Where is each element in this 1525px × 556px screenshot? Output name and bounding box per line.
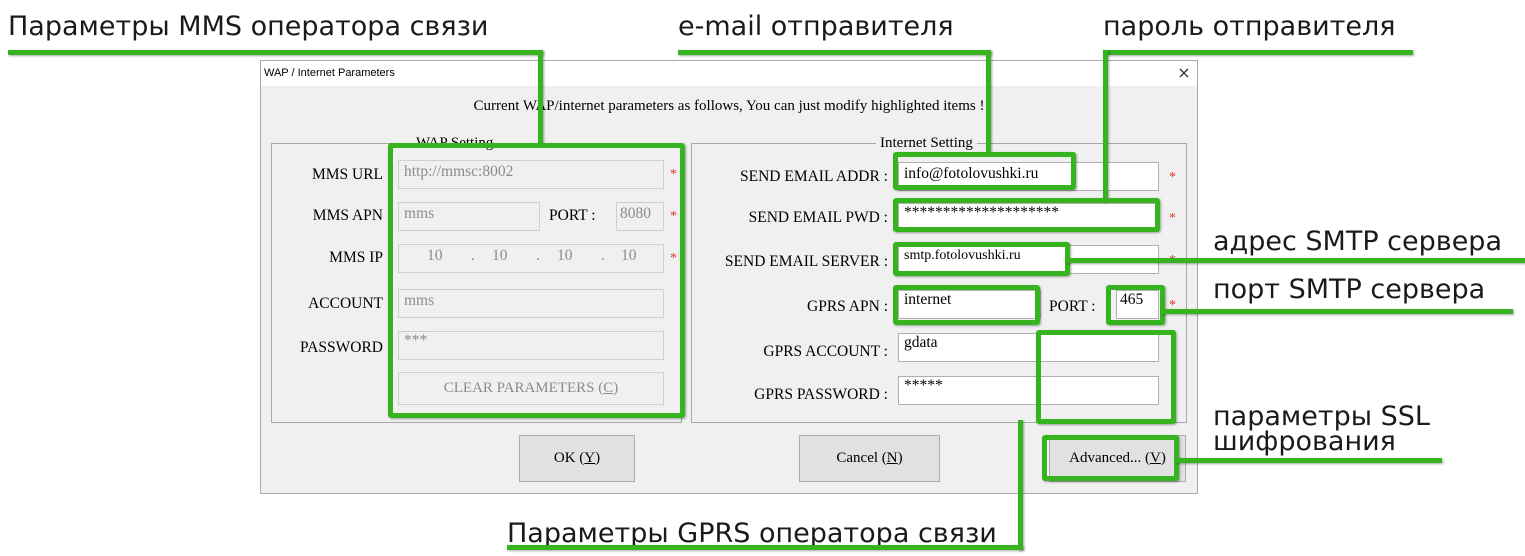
password-label: PASSWORD xyxy=(300,339,383,356)
mms-apn-field[interactable]: mms xyxy=(398,202,540,231)
mms-ip-required: * xyxy=(670,251,677,266)
send-email-addr-required: * xyxy=(1169,170,1176,185)
annotation-mms-params: Параметры MMS оператора связи xyxy=(8,11,489,42)
gprs-port-label: PORT : xyxy=(1049,298,1096,315)
send-email-pwd-label: SEND EMAIL PWD : xyxy=(748,209,888,226)
advanced-label: Advanced... ( xyxy=(1069,450,1150,466)
wap-internet-dialog: WAP / Internet Parameters × Current WAP/… xyxy=(260,60,1198,494)
clear-parameters-button[interactable]: CLEAR PARAMETERS (C) xyxy=(398,372,664,405)
close-icon[interactable]: × xyxy=(1171,61,1197,86)
clear-key: C xyxy=(603,380,614,396)
underline-password-sender xyxy=(1103,50,1413,55)
gprs-password-label: GPRS PASSWORD : xyxy=(754,386,888,403)
annotation-password-sender: пароль отправителя xyxy=(1103,11,1396,42)
gprs-account-field[interactable]: gdata xyxy=(898,333,1159,362)
send-email-server-label: SEND EMAIL SERVER : xyxy=(724,253,888,270)
annotation-smtp-port: порт SMTP сервера xyxy=(1213,274,1486,305)
ok-key: Y xyxy=(584,450,596,466)
annotation-smtp-address: адрес SMTP сервера xyxy=(1213,226,1502,257)
ip-octet-1: 10 xyxy=(427,247,443,264)
cancel-key: N xyxy=(886,450,898,466)
mms-apn-label: MMS APN xyxy=(312,207,383,224)
account-field[interactable]: mms xyxy=(398,289,664,318)
ip-dot-2: . xyxy=(536,247,540,264)
gprs-port-required: * xyxy=(1169,298,1176,313)
gprs-apn-label: GPRS APN : xyxy=(807,298,888,315)
ip-dot-3: . xyxy=(601,247,605,264)
intro-text: Current WAP/internet parameters as follo… xyxy=(473,98,985,114)
send-email-pwd-required: * xyxy=(1169,211,1176,226)
gprs-account-label: GPRS ACCOUNT : xyxy=(763,343,888,360)
send-email-addr-label: SEND EMAIL ADDR : xyxy=(740,168,888,185)
underline-mms-params xyxy=(8,50,543,55)
dialog-title: WAP / Internet Parameters xyxy=(264,67,395,79)
annotation-email-sender: e-mail отправителя xyxy=(678,11,954,42)
password-field[interactable]: *** xyxy=(398,331,664,360)
gprs-port-field[interactable]: 465 xyxy=(1116,290,1159,319)
mms-url-required: * xyxy=(670,167,677,182)
advanced-button[interactable]: Advanced... (V) xyxy=(1049,435,1186,482)
annotation-gprs-params: Параметры GPRS оператора связи xyxy=(507,518,997,549)
ip-octet-2: 10 xyxy=(492,247,508,264)
mms-url-field[interactable]: http://mmsc:8002 xyxy=(398,160,664,189)
advanced-end: ) xyxy=(1160,450,1166,466)
ip-octet-3: 10 xyxy=(557,247,573,264)
mms-port-label: PORT : xyxy=(549,207,596,224)
cancel-button[interactable]: Cancel (N) xyxy=(799,435,940,482)
mms-url-label: MMS URL xyxy=(311,166,383,183)
mms-ip-field[interactable]: 10 . 10 . 10 . 10 xyxy=(398,244,664,273)
underline-email-sender xyxy=(678,50,991,55)
cancel-label: Cancel ( xyxy=(836,450,887,466)
send-email-server-field[interactable]: smtp.fotolovushki.ru xyxy=(898,245,1159,274)
cancel-end: ) xyxy=(897,450,903,466)
title-bar: WAP / Internet Parameters × xyxy=(261,61,1197,86)
send-email-addr-field[interactable]: info@fotolovushki.ru xyxy=(898,162,1159,191)
internet-setting-title: Internet Setting xyxy=(876,135,977,152)
leader-smtp-port xyxy=(1161,309,1513,314)
ok-label: OK ( xyxy=(553,450,585,466)
mms-port-field[interactable]: 8080 xyxy=(616,202,664,231)
leader-ssl xyxy=(1175,458,1442,463)
ip-dot-1: . xyxy=(471,247,475,264)
wap-setting-title: WAP Setting xyxy=(412,135,498,152)
mms-ip-label: MMS IP xyxy=(329,249,383,266)
clear-end: ) xyxy=(613,380,619,396)
ip-octet-4: 10 xyxy=(621,247,637,264)
gprs-apn-field[interactable]: internet xyxy=(898,290,1041,319)
clear-label: CLEAR PARAMETERS ( xyxy=(443,380,604,396)
ok-button[interactable]: OK (Y) xyxy=(519,435,635,482)
gprs-password-field[interactable]: ***** xyxy=(898,376,1159,405)
advanced-key: V xyxy=(1149,450,1161,466)
ok-end: ) xyxy=(595,450,601,466)
annotation-ssl-line2: шифрования xyxy=(1213,426,1396,457)
mms-apn-required: * xyxy=(670,209,677,224)
send-email-pwd-field[interactable]: ******************** xyxy=(898,203,1159,232)
send-email-server-required: * xyxy=(1169,253,1176,268)
account-label: ACCOUNT xyxy=(308,295,383,312)
